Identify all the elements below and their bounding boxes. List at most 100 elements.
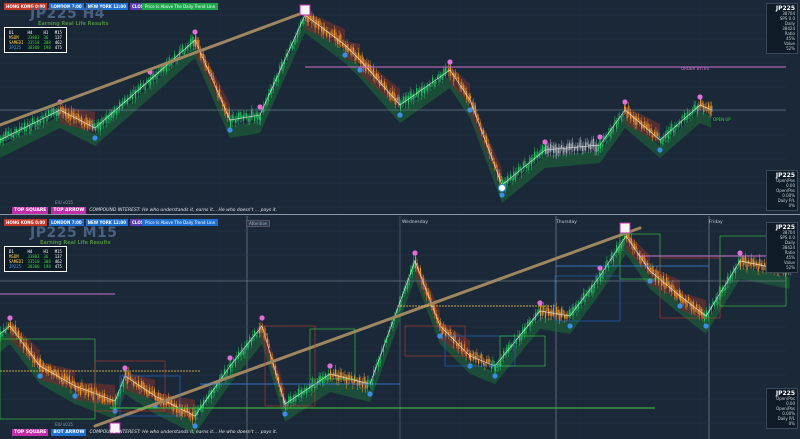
candle-body	[454, 334, 456, 341]
candle-body	[56, 372, 58, 378]
candle-body	[390, 92, 392, 100]
zone-box	[309, 328, 356, 380]
candle-body	[622, 113, 624, 118]
candle-body	[51, 108, 53, 116]
candle-body	[470, 352, 472, 361]
candle-body	[545, 144, 547, 154]
candle-body	[144, 385, 146, 392]
pivot-high-marker	[622, 99, 628, 105]
candle-body	[703, 104, 705, 113]
account-panel-top: JP225 38704 SPS 0.0 Daily 38424 Ratio 45…	[766, 3, 798, 54]
candle-body	[289, 395, 291, 403]
h4-chart-pane[interactable]: HONG KONG 0:00 LONDON 7:00 NEW YORK 12:0…	[0, 0, 800, 215]
candle-body	[530, 158, 532, 167]
candle-body	[601, 143, 603, 147]
candle-body	[531, 321, 533, 324]
candle-body	[252, 111, 254, 117]
candle-body	[481, 354, 483, 363]
pivot-high-marker	[412, 250, 418, 256]
candle-body	[231, 114, 233, 123]
pivot-high-marker	[7, 315, 13, 321]
candle-body	[8, 324, 10, 327]
m15-price-chart[interactable]	[0, 216, 800, 439]
candle-body	[626, 109, 628, 118]
pivot-low-marker	[37, 373, 43, 379]
candle-body	[171, 400, 173, 406]
candle-body	[90, 120, 92, 125]
candle-body	[752, 259, 754, 267]
attention-tab[interactable]: Attention	[246, 220, 271, 227]
tag-top-arrow: TOP ARROW	[51, 207, 87, 214]
candle-body	[309, 384, 311, 390]
candle-body	[255, 112, 257, 118]
version-label: EIU v015	[55, 422, 73, 427]
candle-body	[568, 309, 570, 317]
candle-body	[295, 36, 297, 43]
candle-body	[155, 396, 157, 400]
candle-body	[748, 260, 750, 264]
candle-body	[740, 262, 742, 266]
candle-body	[440, 321, 442, 326]
h4-price-chart[interactable]	[0, 0, 800, 214]
candle-body	[706, 106, 708, 112]
candle-body	[233, 116, 235, 120]
candle-body	[672, 284, 674, 290]
candle-body	[150, 76, 152, 86]
candle-body	[548, 147, 550, 153]
candle-body	[380, 79, 382, 84]
candle-body	[59, 111, 61, 114]
candle-body	[335, 32, 337, 42]
candle-body	[96, 122, 98, 129]
candle-body	[609, 128, 611, 137]
candle-body	[338, 374, 340, 381]
candle-body	[685, 117, 687, 120]
candle-body	[139, 384, 141, 390]
candle-body	[75, 384, 77, 391]
candle-body	[78, 385, 80, 392]
candle-body	[557, 309, 559, 316]
candle-body	[362, 381, 364, 388]
candle-body	[109, 111, 111, 121]
candle-body	[625, 107, 627, 111]
candle-body	[570, 143, 572, 150]
candle-body	[560, 308, 562, 318]
candle-body	[322, 26, 324, 35]
candle-body	[117, 108, 119, 114]
candle-body	[594, 283, 596, 289]
candle-body	[315, 383, 317, 388]
candle-body	[650, 267, 652, 271]
candle-body	[255, 334, 257, 338]
candle-body	[318, 375, 320, 385]
strength-table: D1 H4 H1 M15 MSDM 33803 36 137 SAMEDI 33…	[4, 246, 67, 272]
candle-body	[441, 325, 443, 335]
bottom-arrow-marker	[498, 184, 506, 192]
candle-body	[329, 34, 331, 38]
candle-body	[330, 31, 332, 34]
m15-chart-pane[interactable]: HONG KONG 0:00 LONDON 7:00 NEW YORK 12:0…	[0, 216, 800, 439]
candle-body	[250, 109, 252, 119]
candle-body	[102, 394, 104, 403]
candle-body	[549, 143, 551, 152]
candle-body	[95, 390, 97, 394]
candle-body	[87, 388, 89, 398]
candle-body	[562, 146, 564, 154]
candle-body	[552, 307, 554, 316]
candle-body	[675, 290, 677, 299]
top-square-marker	[619, 222, 631, 234]
candle-body	[653, 269, 655, 273]
pivot-low-marker	[492, 373, 498, 379]
candle-body	[435, 81, 437, 85]
candle-body	[136, 384, 138, 387]
candle-body	[487, 359, 489, 363]
candle-body	[569, 142, 571, 151]
candle-body	[321, 376, 323, 384]
candle-body	[756, 262, 758, 266]
candle-body	[305, 387, 307, 395]
candle-body	[416, 88, 418, 96]
candle-body	[459, 342, 461, 345]
candle-body	[456, 76, 458, 80]
candle-body	[338, 35, 340, 45]
candle-body	[66, 113, 68, 119]
candle-body	[211, 73, 213, 77]
candle-body	[688, 296, 690, 302]
